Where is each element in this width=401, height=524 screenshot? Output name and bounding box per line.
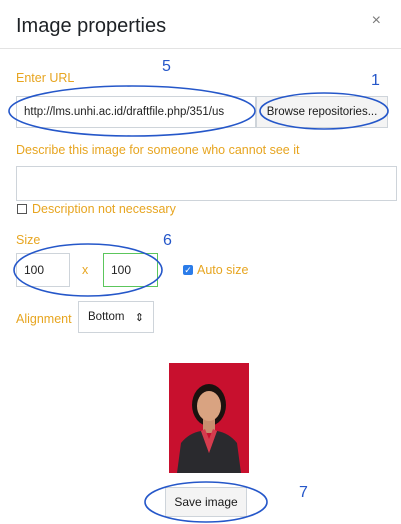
select-arrows-icon: ⇕ <box>134 311 144 324</box>
description-label: Describe this image for someone who cann… <box>16 143 300 157</box>
width-input[interactable]: 100 <box>16 253 70 287</box>
dialog-title: Image properties <box>16 15 167 37</box>
annotation-number-7: 7 <box>299 484 308 501</box>
width-value: 100 <box>24 263 45 277</box>
url-label: Enter URL <box>16 71 75 85</box>
description-not-necessary-label: Description not necessary <box>32 202 176 216</box>
browse-repositories-button[interactable]: Browse repositories... <box>256 96 388 128</box>
close-icon[interactable]: × <box>372 12 381 30</box>
description-input[interactable] <box>16 166 397 201</box>
description-not-necessary-checkbox[interactable] <box>17 204 27 214</box>
size-label: Size <box>16 233 41 247</box>
image-preview <box>169 363 249 473</box>
alignment-select[interactable]: Bottom ⇕ <box>78 301 154 333</box>
height-input[interactable]: 100 <box>103 253 158 287</box>
auto-size-label: Auto size <box>197 263 249 277</box>
alignment-label: Alignment <box>16 312 72 326</box>
alignment-value: Bottom <box>88 311 125 323</box>
url-input-value: http://lms.unhi.ac.id/draftfile.php/351/… <box>24 106 225 118</box>
height-value: 100 <box>111 263 132 277</box>
size-separator: x <box>82 263 89 277</box>
save-image-button[interactable]: Save image <box>165 487 247 517</box>
auto-size-checkbox[interactable]: ✓ <box>183 265 193 275</box>
header-divider <box>0 48 401 49</box>
annotation-number-5: 5 <box>162 58 171 75</box>
annotation-number-6: 6 <box>163 232 172 249</box>
annotation-number-1: 1 <box>371 72 380 89</box>
url-input[interactable]: http://lms.unhi.ac.id/draftfile.php/351/… <box>16 96 256 128</box>
